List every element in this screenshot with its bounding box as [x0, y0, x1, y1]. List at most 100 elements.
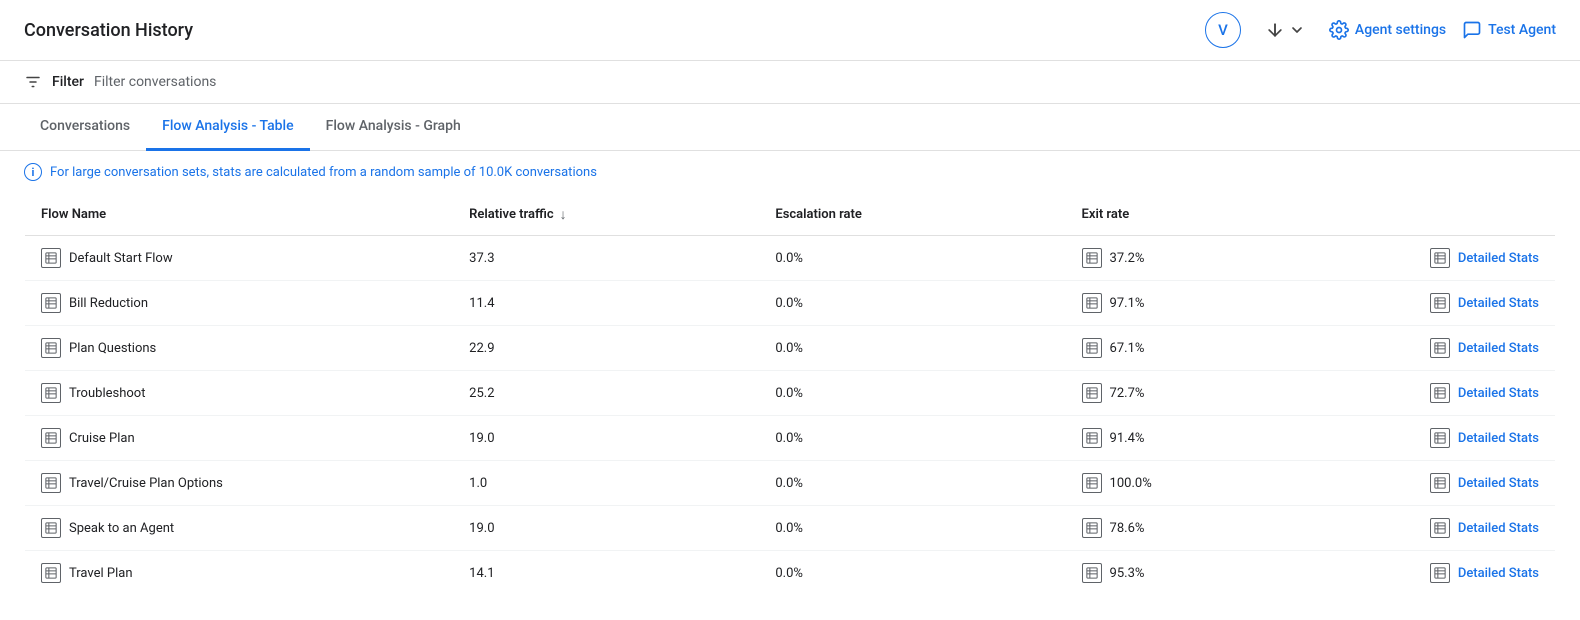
flow-name-text: Default Start Flow: [69, 251, 173, 266]
sort-icon: [1265, 20, 1285, 40]
cell-escalation-rate: 0.0%: [759, 551, 1065, 596]
detailed-stats-link[interactable]: Detailed Stats: [1458, 521, 1539, 536]
info-text: For large conversation sets, stats are c…: [50, 165, 597, 180]
flow-name-table-icon: [41, 248, 61, 268]
header-actions: V Agent settings Test Agent: [1205, 12, 1556, 48]
chevron-down-icon: [1289, 22, 1305, 38]
detailed-stats-link[interactable]: Detailed Stats: [1458, 566, 1539, 581]
info-banner: i For large conversation sets, stats are…: [0, 151, 1580, 193]
flow-name-text: Bill Reduction: [69, 296, 148, 311]
avatar[interactable]: V: [1205, 12, 1241, 48]
flow-name-table-icon: [41, 383, 61, 403]
cell-exit-rate: 72.7%: [1066, 371, 1372, 416]
flow-name-text: Travel Plan: [69, 566, 133, 581]
flow-name-table-icon: [41, 518, 61, 538]
flow-name-text: Travel/Cruise Plan Options: [69, 476, 223, 491]
exit-rate-text: 95.3%: [1110, 566, 1145, 581]
detailed-stats-table-icon: [1430, 518, 1450, 538]
detailed-stats-table-icon: [1430, 383, 1450, 403]
table-row: Plan Questions 22.90.0% 67.1% Detailed S…: [25, 326, 1556, 371]
cell-relative-traffic: 22.9: [453, 326, 759, 371]
flow-name-table-icon: [41, 293, 61, 313]
exit-rate-text: 37.2%: [1110, 251, 1145, 266]
cell-relative-traffic: 25.2: [453, 371, 759, 416]
tab-flow-table[interactable]: Flow Analysis - Table: [146, 104, 310, 151]
filter-bar: Filter Filter conversations: [0, 61, 1580, 104]
exit-rate-table-icon: [1082, 338, 1102, 358]
detailed-stats-table-icon: [1430, 563, 1450, 583]
detailed-stats-link[interactable]: Detailed Stats: [1458, 476, 1539, 491]
cell-flow-name: Default Start Flow: [25, 236, 454, 281]
chat-icon: [1462, 20, 1482, 40]
table-row: Travel/Cruise Plan Options 1.00.0% 100.0…: [25, 461, 1556, 506]
tab-conversations[interactable]: Conversations: [24, 104, 146, 151]
cell-action: Detailed Stats: [1372, 551, 1556, 596]
flow-name-table-icon: [41, 473, 61, 493]
tab-flow-graph[interactable]: Flow Analysis - Graph: [310, 104, 477, 151]
cell-exit-rate: 97.1%: [1066, 281, 1372, 326]
info-icon: i: [24, 163, 42, 181]
test-agent-label: Test Agent: [1488, 22, 1556, 38]
filter-placeholder: Filter conversations: [94, 74, 216, 90]
table-row: Cruise Plan 19.00.0% 91.4% Detailed Stat…: [25, 416, 1556, 461]
exit-rate-table-icon: [1082, 248, 1102, 268]
cell-escalation-rate: 0.0%: [759, 371, 1065, 416]
cell-escalation-rate: 0.0%: [759, 461, 1065, 506]
detailed-stats-table-icon: [1430, 473, 1450, 493]
detailed-stats-link[interactable]: Detailed Stats: [1458, 341, 1539, 356]
cell-action: Detailed Stats: [1372, 236, 1556, 281]
page-title: Conversation History: [24, 20, 193, 41]
header: Conversation History V Agent settings: [0, 0, 1580, 61]
exit-rate-text: 78.6%: [1110, 521, 1145, 536]
exit-rate-table-icon: [1082, 428, 1102, 448]
cell-flow-name: Cruise Plan: [25, 416, 454, 461]
th-escalation-rate: Escalation rate: [759, 194, 1065, 236]
cell-exit-rate: 67.1%: [1066, 326, 1372, 371]
detailed-stats-link[interactable]: Detailed Stats: [1458, 431, 1539, 446]
cell-relative-traffic: 11.4: [453, 281, 759, 326]
table-header-row: Flow Name Relative traffic ↓ Escalation …: [25, 194, 1556, 236]
test-agent-link[interactable]: Test Agent: [1462, 20, 1556, 40]
cell-escalation-rate: 0.0%: [759, 416, 1065, 461]
cell-flow-name: Speak to an Agent: [25, 506, 454, 551]
table-row: Travel Plan 14.10.0% 95.3% Detailed Stat…: [25, 551, 1556, 596]
table-row: Default Start Flow 37.30.0% 37.2% Detail…: [25, 236, 1556, 281]
th-relative-traffic[interactable]: Relative traffic ↓: [453, 194, 759, 236]
cell-relative-traffic: 19.0: [453, 506, 759, 551]
exit-rate-table-icon: [1082, 293, 1102, 313]
th-exit-rate: Exit rate: [1066, 194, 1372, 236]
flow-name-text: Cruise Plan: [69, 431, 135, 446]
exit-rate-text: 72.7%: [1110, 386, 1145, 401]
cell-action: Detailed Stats: [1372, 281, 1556, 326]
agent-settings-link[interactable]: Agent settings: [1329, 20, 1446, 40]
table-row: Bill Reduction 11.40.0% 97.1% Detailed S…: [25, 281, 1556, 326]
sort-button[interactable]: [1257, 16, 1313, 44]
cell-action: Detailed Stats: [1372, 506, 1556, 551]
exit-rate-text: 97.1%: [1110, 296, 1145, 311]
cell-flow-name: Bill Reduction: [25, 281, 454, 326]
cell-exit-rate: 91.4%: [1066, 416, 1372, 461]
detailed-stats-link[interactable]: Detailed Stats: [1458, 251, 1539, 266]
filter-icon: [24, 73, 42, 91]
flow-analysis-table: Flow Name Relative traffic ↓ Escalation …: [24, 193, 1556, 596]
cell-escalation-rate: 0.0%: [759, 326, 1065, 371]
cell-escalation-rate: 0.0%: [759, 281, 1065, 326]
exit-rate-text: 91.4%: [1110, 431, 1145, 446]
cell-exit-rate: 95.3%: [1066, 551, 1372, 596]
detailed-stats-link[interactable]: Detailed Stats: [1458, 386, 1539, 401]
exit-rate-table-icon: [1082, 518, 1102, 538]
cell-flow-name: Troubleshoot: [25, 371, 454, 416]
detailed-stats-link[interactable]: Detailed Stats: [1458, 296, 1539, 311]
cell-exit-rate: 100.0%: [1066, 461, 1372, 506]
flow-name-text: Plan Questions: [69, 341, 156, 356]
exit-rate-table-icon: [1082, 473, 1102, 493]
table-container: Flow Name Relative traffic ↓ Escalation …: [0, 193, 1580, 620]
cell-action: Detailed Stats: [1372, 416, 1556, 461]
detailed-stats-table-icon: [1430, 293, 1450, 313]
detailed-stats-table-icon: [1430, 338, 1450, 358]
flow-name-text: Speak to an Agent: [69, 521, 174, 536]
cell-relative-traffic: 14.1: [453, 551, 759, 596]
th-flow-name: Flow Name: [25, 194, 454, 236]
exit-rate-text: 67.1%: [1110, 341, 1145, 356]
th-action: [1372, 194, 1556, 236]
